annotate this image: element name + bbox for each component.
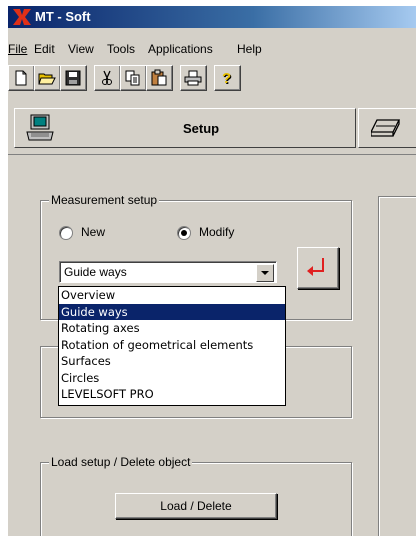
window-title: MT - Soft: [35, 9, 91, 24]
cut-scissors-icon: [102, 70, 112, 85]
help-question-icon: ??: [222, 70, 232, 87]
enter-arrow-icon: [307, 258, 324, 276]
setup-type-combo[interactable]: Guide ways: [59, 261, 277, 283]
open-folder-icon: [38, 73, 56, 85]
chevron-down-icon[interactable]: [256, 264, 274, 282]
dropdown-option-rotating-axes[interactable]: Rotating axes: [59, 320, 285, 337]
measurement-setup-caption: Measurement setup: [49, 193, 160, 207]
paste-icon: [151, 69, 167, 86]
dropdown-option-circles[interactable]: Circles: [59, 370, 285, 387]
tab-divider: [8, 154, 416, 155]
copy-button[interactable]: [120, 65, 147, 91]
radio-new[interactable]: [59, 226, 73, 240]
tab-setup[interactable]: Setup: [14, 108, 356, 148]
menu-tools[interactable]: Tools: [107, 42, 135, 56]
help-button[interactable]: ??: [214, 65, 241, 91]
app-window: MT - Soft File Edit View Tools Applicati…: [8, 6, 416, 536]
load-setup-group: Load setup / Delete object Load / Delete: [40, 455, 352, 536]
dropdown-option-rotation-geometrical[interactable]: Rotation of geometrical elements: [59, 337, 285, 354]
load-delete-button[interactable]: Load / Delete: [115, 493, 277, 519]
menu-file[interactable]: File: [8, 42, 27, 56]
copy-icon: [125, 70, 140, 86]
menu-applications[interactable]: Applications: [148, 42, 213, 56]
save-button[interactable]: [60, 65, 87, 91]
menu-file-label: File: [8, 42, 28, 56]
svg-text:?: ?: [222, 70, 231, 87]
computer-icon: [26, 114, 54, 141]
tab-surfaces[interactable]: [358, 108, 416, 148]
menu-view[interactable]: View: [68, 42, 94, 56]
load-setup-caption: Load setup / Delete object: [49, 455, 193, 469]
dropdown-option-overview[interactable]: Overview: [59, 287, 285, 304]
load-delete-label: Load / Delete: [160, 499, 232, 513]
surface-plate-icon: [371, 119, 401, 137]
paste-button[interactable]: [146, 65, 173, 91]
tab-setup-label: Setup: [183, 121, 220, 136]
setup-type-dropdown-list: Overview Guide ways Rotating axes Rotati…: [58, 286, 286, 406]
toolbar: ??: [8, 65, 416, 97]
open-button[interactable]: [34, 65, 61, 91]
radio-new-label: New: [81, 225, 106, 239]
dropdown-option-surfaces[interactable]: Surfaces: [59, 353, 285, 370]
print-button[interactable]: [180, 65, 207, 91]
radio-modify-label: Modify: [199, 225, 235, 239]
menu-bar: File Edit View Tools Applications Help: [8, 42, 416, 62]
dropdown-option-levelsoft-pro[interactable]: LEVELSOFT PRO: [59, 386, 285, 403]
menu-help[interactable]: Help: [237, 42, 262, 56]
radio-modify[interactable]: [177, 226, 191, 240]
apply-button[interactable]: [297, 247, 339, 289]
save-disk-icon: [65, 70, 81, 86]
cut-button[interactable]: [94, 65, 121, 91]
app-logo-icon: [13, 9, 31, 25]
print-icon: [184, 70, 202, 86]
new-file-icon: [15, 70, 27, 86]
new-file-button[interactable]: [8, 65, 35, 91]
tab-strip: Setup: [8, 106, 416, 150]
title-bar[interactable]: MT - Soft: [8, 6, 416, 28]
menu-edit[interactable]: Edit: [34, 42, 55, 56]
dropdown-option-guide-ways[interactable]: Guide ways: [59, 303, 285, 320]
setup-type-value: Guide ways: [64, 265, 127, 279]
right-panel: [378, 196, 416, 536]
